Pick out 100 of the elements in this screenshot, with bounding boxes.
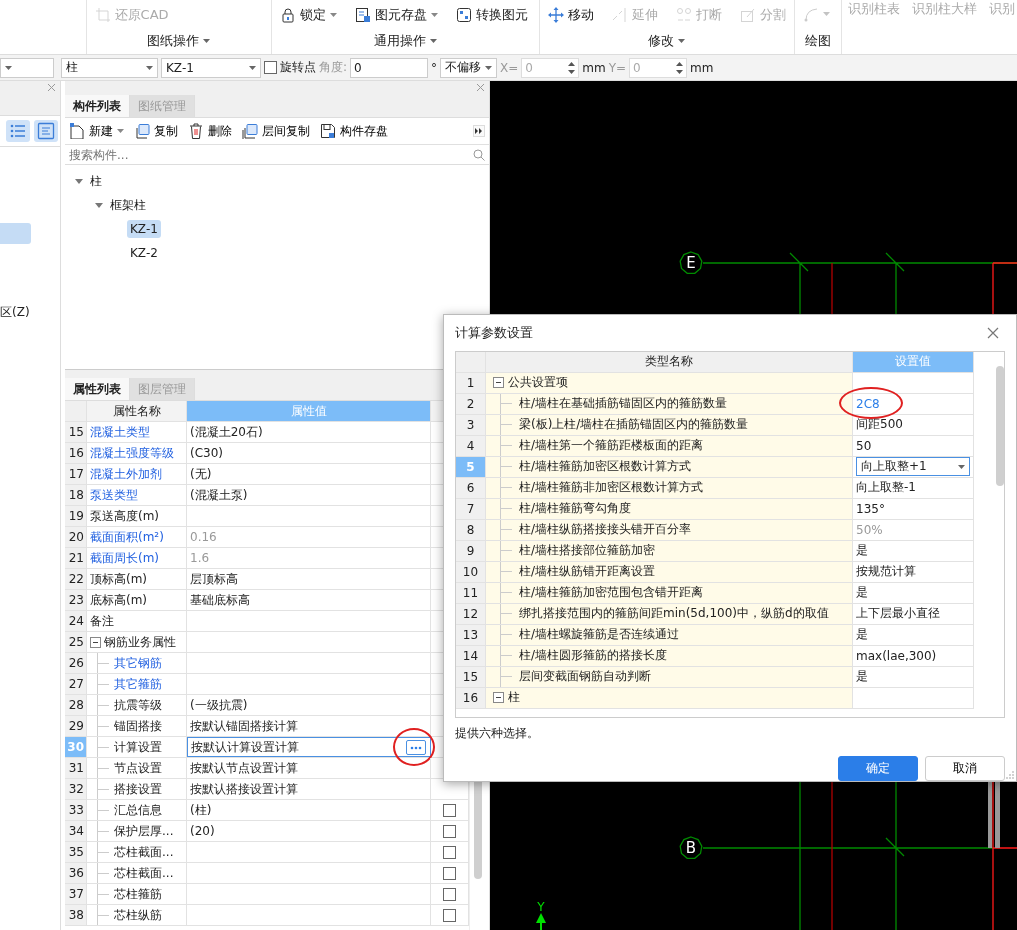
row-number: 5: [456, 456, 486, 477]
toolbar-button[interactable]: 复制: [134, 122, 178, 140]
row-number: 8: [456, 519, 486, 540]
tree-item[interactable]: 框架柱: [107, 194, 149, 216]
group-menu-button[interactable]: 修改: [648, 32, 686, 50]
trash-icon: [188, 123, 204, 139]
setting-value: 间距500: [856, 416, 903, 434]
row-number: 37: [65, 884, 87, 904]
toolbar-button[interactable]: 删除: [188, 122, 232, 140]
setting-name: 柱/墙柱纵筋搭接接头错开百分率: [518, 521, 692, 539]
property-value: 层顶标高: [190, 570, 238, 588]
tab[interactable]: 构件列表: [65, 95, 130, 117]
angle-field[interactable]: 0: [350, 57, 429, 78]
checkbox[interactable]: [264, 61, 277, 74]
checkbox[interactable]: [443, 866, 456, 880]
split-icon: [739, 7, 756, 23]
row-number: 31: [65, 758, 87, 778]
dropdown[interactable]: 不偏移: [440, 57, 498, 78]
view-button[interactable]: [34, 120, 58, 142]
row-number: 16: [65, 443, 87, 463]
tree-item[interactable]: KZ-1: [127, 220, 161, 238]
dropdown[interactable]: 柱: [61, 57, 158, 78]
caret-icon: [429, 39, 437, 43]
dropdown[interactable]: 向上取整+1: [856, 457, 970, 477]
setting-value: max(lae,300): [856, 648, 937, 663]
close-icon: [47, 82, 56, 92]
property-value: 基础底标高: [190, 591, 250, 609]
checkbox-label: 旋转点: [280, 59, 316, 76]
ribbon-button[interactable]: 锁定: [277, 6, 339, 24]
group-button[interactable]: 绘图: [804, 32, 831, 50]
property-name: 截面面积(m²): [89, 528, 164, 546]
row-number: 30: [65, 737, 87, 757]
property-value: (混凝土泵): [190, 486, 248, 504]
row-number: 28: [65, 695, 87, 715]
list-item[interactable]: 区(Z): [0, 302, 31, 323]
property-name: 底标高(m): [89, 591, 148, 609]
group-menu-button[interactable]: 通用操作: [373, 32, 437, 50]
property-name: 备注: [89, 612, 114, 630]
double-arrow-icon: [475, 128, 483, 134]
setting-name: 梁(板)上柱/墙柱在插筋锚固区内的箍筋数量: [518, 416, 749, 434]
row-number: 22: [65, 569, 87, 589]
setting-name: 层间变截面钢筋自动判断: [518, 668, 651, 686]
more-button[interactable]: [406, 740, 426, 755]
setting-name: 柱/墙柱箍筋加密范围包含错开距离: [518, 584, 704, 602]
checkbox[interactable]: [443, 803, 456, 817]
dropdown[interactable]: KZ-1: [161, 57, 261, 78]
setting-name: 柱/墙柱螺旋箍筋是否连续通过: [518, 626, 680, 644]
property-value: (C30): [190, 446, 223, 460]
setting-name: 绑扎搭接范围内的箍筋间距min(5d,100)中，纵筋d的取值: [518, 605, 829, 623]
setting-name: 柱/墙柱第一个箍筋距楼板面的距离: [518, 437, 704, 455]
toolbar-button[interactable]: 构件存盘: [320, 122, 388, 140]
search-icon: [473, 148, 485, 161]
list-icon: [9, 122, 27, 140]
property-name: 抗震等级: [113, 696, 162, 714]
tab[interactable]: 属性列表: [65, 378, 130, 400]
toolbar-button[interactable]: 层间复制: [242, 122, 310, 140]
property-name: 泵送高度(m): [89, 507, 160, 525]
view-button[interactable]: [6, 120, 30, 142]
checkbox[interactable]: [443, 845, 456, 859]
caret-icon: [485, 65, 493, 70]
value-field[interactable]: 按默认计算设置计算: [187, 737, 431, 757]
ribbon-button[interactable]: 转换图元: [453, 6, 530, 24]
tree-item[interactable]: KZ-2: [127, 244, 161, 262]
document-icon: [354, 7, 371, 23]
search-field[interactable]: 搜索构件...: [69, 147, 369, 162]
property-name: 截面周长(m): [89, 549, 160, 567]
ribbon-button[interactable]: 移动: [545, 6, 596, 24]
row-number: 19: [65, 506, 87, 526]
row-number: 20: [65, 527, 87, 547]
cancel-button[interactable]: 取消: [925, 756, 1005, 781]
row-number: 6: [456, 477, 486, 498]
caret-icon: [117, 129, 124, 133]
grid-icon: [455, 7, 472, 23]
row-number: 15: [65, 422, 87, 442]
scrollbar-thumb[interactable]: [996, 365, 1004, 486]
resize-grip-icon: [1006, 771, 1014, 779]
save-icon: [320, 123, 336, 139]
more-tools-button[interactable]: [473, 125, 485, 137]
arc-icon: [802, 6, 819, 22]
ribbon-button[interactable]: 图元存盘: [352, 6, 440, 24]
row-number: 26: [65, 653, 87, 673]
row-number: 32: [65, 779, 87, 799]
group-menu-button[interactable]: 图纸操作: [147, 32, 211, 50]
tree-item[interactable]: 柱: [87, 170, 105, 192]
setting-value: 135°: [856, 501, 885, 516]
row-number: 24: [65, 611, 87, 631]
setting-value: 是: [856, 584, 868, 602]
new-button[interactable]: 新建: [69, 122, 124, 140]
checkbox[interactable]: [443, 887, 456, 901]
setting-value[interactable]: 2C8: [856, 396, 880, 411]
column-header: 属性名称: [87, 401, 187, 421]
row-number: 4: [456, 435, 486, 456]
caret-icon: [146, 65, 153, 70]
checkbox[interactable]: [443, 824, 456, 838]
checkbox[interactable]: [443, 908, 456, 922]
caret-icon: [678, 39, 686, 43]
field-label: Y=: [608, 60, 627, 75]
row-number: 16: [456, 687, 486, 708]
ok-button[interactable]: 确定: [838, 756, 918, 781]
corner-icon: [94, 7, 111, 23]
